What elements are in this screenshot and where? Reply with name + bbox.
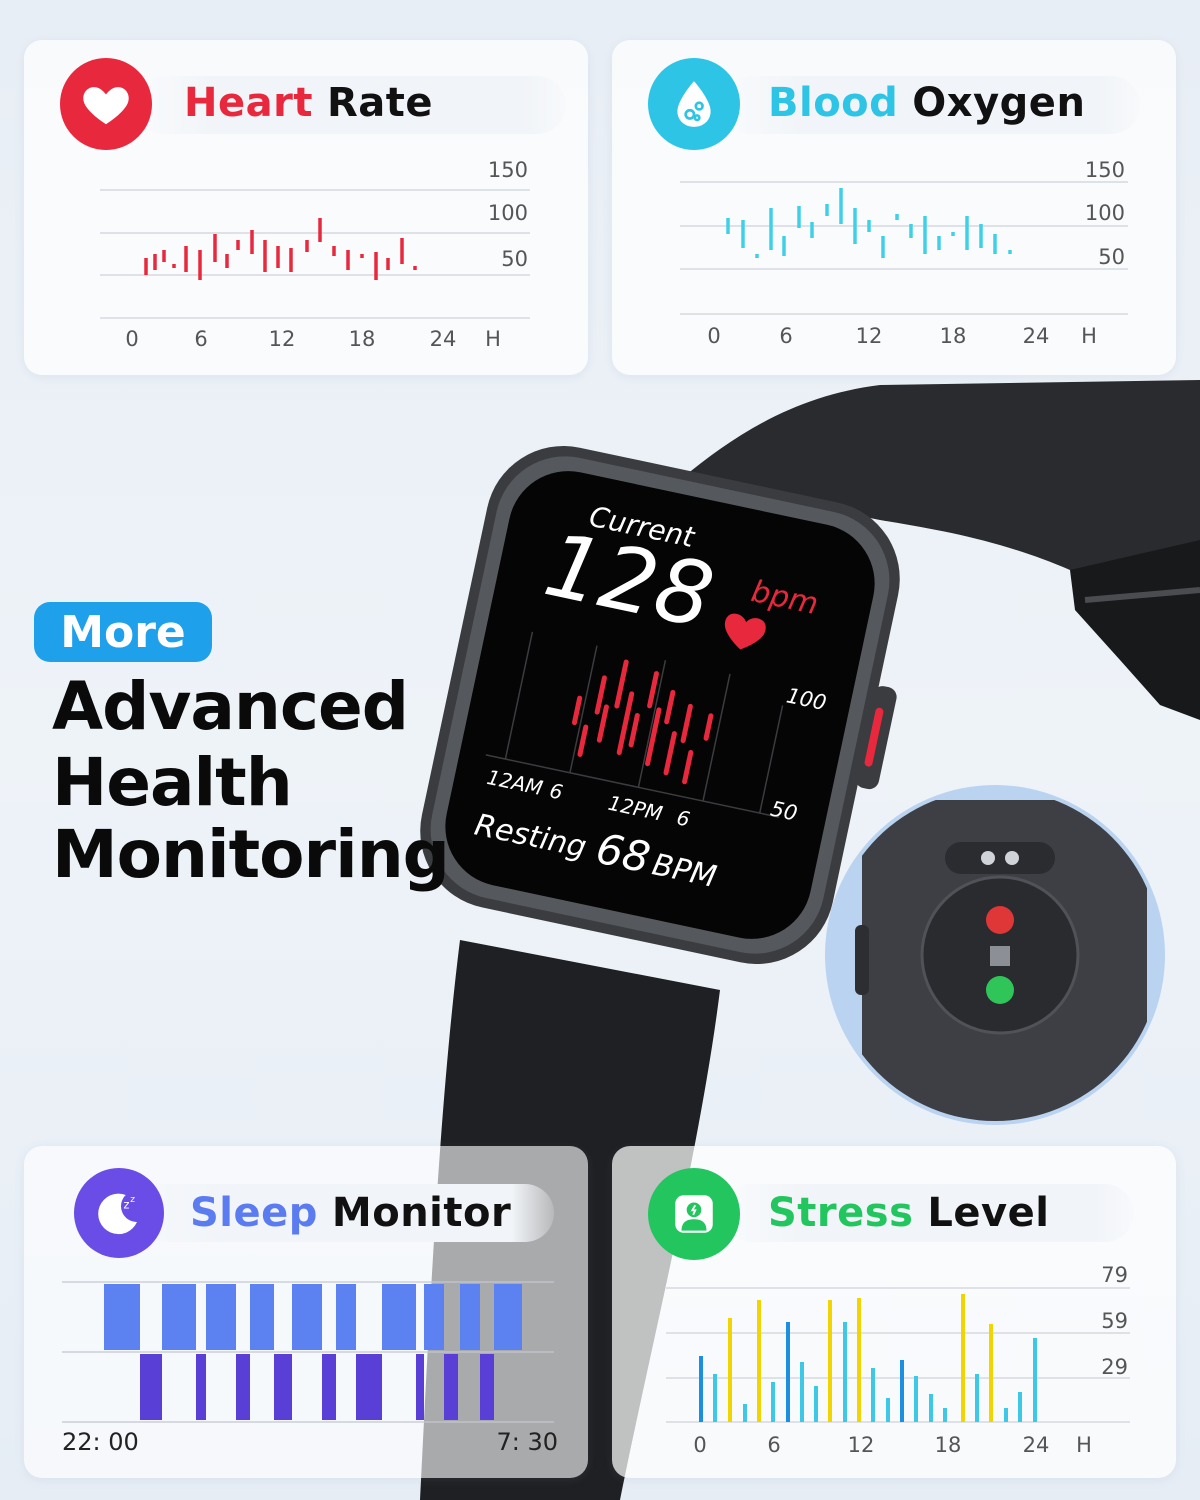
more-badge: More (34, 602, 212, 662)
stress-level-bars (699, 1294, 1037, 1422)
stress-level-chart: 79 59 29 0 6 12 18 24 H (666, 1263, 1130, 1457)
stress-ytick-59: 59 (1101, 1309, 1128, 1333)
sleep-monitor-chart: 22: 00 7: 30 (62, 1281, 558, 1456)
green-sensor-light (986, 976, 1014, 1004)
headline-line-3: Monitoring (52, 816, 450, 893)
stress-xtick-h: H (1076, 1433, 1092, 1457)
stress-xtick-0: 0 (693, 1433, 706, 1457)
sleep-monitor-card: z z Sleep Monitor 22: 00 7: 30 (24, 1146, 588, 1478)
stress-ytick-79: 79 (1101, 1263, 1128, 1287)
stress-level-card: Stress Level 79 59 29 0 6 12 18 24 H (612, 1146, 1176, 1478)
headline-line-1: Advanced (52, 668, 409, 745)
sleep-end-time: 7: 30 (496, 1428, 558, 1456)
watch-strap-clasp (1070, 540, 1200, 720)
sleep-start-time: 22: 00 (62, 1428, 139, 1456)
stress-xtick-6: 6 (767, 1433, 780, 1457)
stress-ytick-29: 29 (1101, 1355, 1128, 1379)
sleep-deep-bars (140, 1354, 494, 1420)
stress-xtick-18: 18 (935, 1433, 962, 1457)
stress-xtick-24: 24 (1023, 1433, 1050, 1457)
red-sensor-light (986, 906, 1014, 934)
sleep-light-bars (104, 1284, 522, 1350)
stress-xtick-12: 12 (848, 1433, 875, 1457)
headline-line-2: Health (52, 744, 293, 821)
